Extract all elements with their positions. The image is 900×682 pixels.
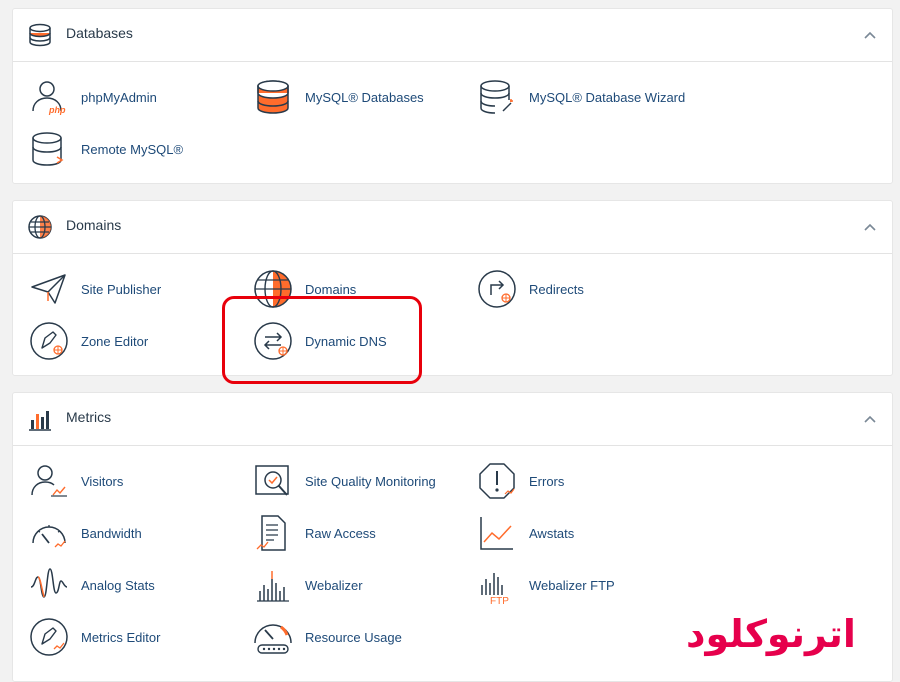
raw-access-label: Raw Access [305,525,376,541]
zone-editor-icon [30,322,68,360]
webalizer-label: Webalizer [305,577,363,593]
webalizer-link[interactable]: Webalizer [253,565,363,605]
mysql-wizard-link[interactable]: MySQL® Database Wizard [477,77,685,117]
phpmyadmin-link[interactable]: php phpMyAdmin [29,77,157,117]
remote-mysql-link[interactable]: Remote MySQL® [29,129,183,169]
awstats-link[interactable]: Awstats [477,513,574,553]
mysql-wizard-icon [480,80,513,114]
redirect-icon [478,270,516,308]
site-publisher-link[interactable]: Site Publisher [29,269,161,309]
bandwidth-label: Bandwidth [81,525,142,541]
database-icon [29,23,51,47]
errors-icon [479,463,515,499]
zone-editor-link[interactable]: Zone Editor [29,321,148,361]
databases-title: Databases [66,25,133,41]
errors-link[interactable]: Errors [477,461,564,501]
site-quality-icon [255,465,289,496]
domains-title: Domains [66,217,122,233]
dynamic-dns-link[interactable]: Dynamic DNS [253,321,387,361]
mysql-databases-label: MySQL® Databases [305,89,424,105]
databases-panel: Databases php phpMyAdmin MySQL® Database… [12,8,893,184]
globe-icon [28,215,52,239]
paper-plane-icon [31,274,66,304]
chevron-up-icon[interactable] [862,411,878,427]
visitors-icon [31,465,67,497]
bar-chart-icon [29,411,51,431]
watermark-logo: اترنوکلود [686,612,856,656]
domains-label: Domains [305,281,357,297]
domains-link[interactable]: Domains [253,269,356,309]
webalizer-ftp-label: Webalizer FTP [529,577,615,593]
site-quality-link[interactable]: Site Quality Monitoring [253,461,436,501]
resource-usage-label: Resource Usage [305,629,402,645]
mysql-databases-icon [257,80,289,114]
remote-mysql-label: Remote MySQL® [81,141,184,157]
awstats-label: Awstats [529,525,575,541]
bandwidth-icon [32,525,66,548]
raw-access-icon [256,515,286,551]
domains-globe-icon [254,270,292,308]
svg-text:php: php [48,105,66,115]
dynamic-dns-label: Dynamic DNS [305,333,387,349]
domains-panel: Domains Site Publisher Domains Redirects… [12,200,893,376]
chevron-up-icon[interactable] [862,219,878,235]
resource-usage-icon [254,624,292,654]
webalizer-ftp-link[interactable]: FTP Webalizer FTP [477,565,615,605]
chevron-up-icon[interactable] [862,27,878,43]
metrics-title: Metrics [66,409,112,425]
awstats-icon [480,517,513,550]
site-quality-label: Site Quality Monitoring [305,473,436,489]
svg-text:FTP: FTP [490,596,509,605]
metrics-editor-link[interactable]: Metrics Editor [29,617,160,657]
domains-header[interactable]: Domains [13,201,892,254]
metrics-header[interactable]: Metrics [13,393,892,446]
redirects-link[interactable]: Redirects [477,269,584,309]
visitors-link[interactable]: Visitors [29,461,123,501]
errors-label: Errors [529,473,565,489]
phpmyadmin-icon: php [32,81,66,115]
bandwidth-link[interactable]: Bandwidth [29,513,142,553]
webalizer-ftp-icon: FTP [481,573,509,605]
site-publisher-label: Site Publisher [81,281,162,297]
dynamic-dns-icon [254,322,292,360]
phpmyadmin-label: phpMyAdmin [81,89,157,105]
analog-stats-label: Analog Stats [81,577,155,593]
databases-header[interactable]: Databases [13,9,892,62]
visitors-label: Visitors [81,473,124,489]
resource-usage-link[interactable]: Resource Usage [253,617,402,657]
metrics-editor-label: Metrics Editor [81,629,161,645]
remote-mysql-icon [32,132,64,166]
metrics-editor-icon [30,618,68,656]
redirects-label: Redirects [529,281,584,297]
webalizer-icon [257,571,289,602]
analog-stats-link[interactable]: Analog Stats [29,565,155,605]
raw-access-link[interactable]: Raw Access [253,513,376,553]
zone-editor-label: Zone Editor [81,333,149,349]
mysql-databases-link[interactable]: MySQL® Databases [253,77,424,117]
analog-stats-icon [30,568,68,598]
mysql-wizard-label: MySQL® Database Wizard [529,89,686,105]
